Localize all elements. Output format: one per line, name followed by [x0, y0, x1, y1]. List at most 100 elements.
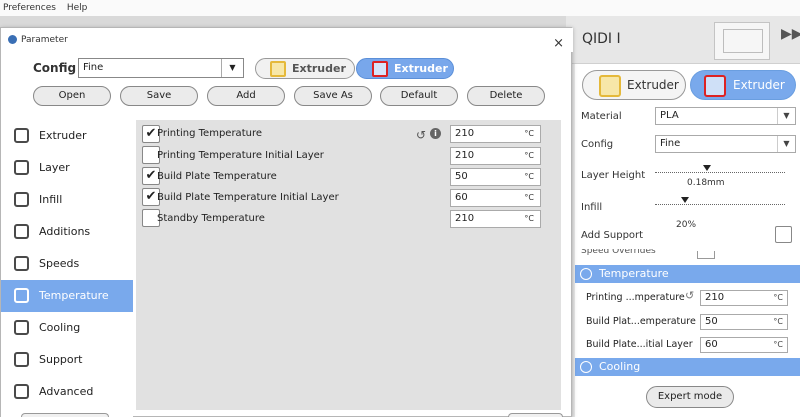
printing-temp-initial-label: Printing Temperature Initial Layer: [157, 150, 324, 161]
panel-extruder-1-label: Extruder: [627, 78, 679, 92]
dialog-extruder-1-label: Extruder: [292, 62, 346, 75]
layers-icon: [14, 160, 29, 175]
layer-height-slider[interactable]: [655, 172, 785, 173]
sidebar-item-temperature[interactable]: Temperature: [1, 280, 133, 312]
chevron-down-icon: ▼: [777, 108, 795, 124]
layer-height-slider-thumb[interactable]: [703, 165, 711, 171]
cooling-header-label: Cooling: [599, 360, 641, 373]
extruder-yellow-icon: [270, 61, 286, 77]
close-icon[interactable]: ×: [553, 32, 564, 56]
default-button[interactable]: Default: [380, 86, 458, 106]
bottom-left-button-edge[interactable]: [21, 413, 109, 417]
panel-build-plate-initial-label: Build Plate...itial Layer: [586, 339, 693, 350]
chevron-down-icon: ▼: [221, 59, 243, 77]
printing-temp-input[interactable]: 210 °C: [450, 125, 541, 143]
save-button[interactable]: Save: [120, 86, 198, 106]
panel-build-plate-initial-input[interactable]: 60 °C: [700, 337, 788, 353]
panel-extruder-1-button[interactable]: Extruder: [582, 70, 686, 100]
build-plate-temp-label: Build Plate Temperature: [157, 171, 277, 182]
build-plate-temp-initial-value: 60: [455, 192, 468, 203]
build-plate-temp-value: 50: [455, 171, 468, 182]
add-button[interactable]: Add: [207, 86, 285, 106]
config-select[interactable]: Fine ▼: [78, 58, 244, 78]
material-label: Material: [581, 111, 622, 122]
menu-help[interactable]: Help: [67, 3, 88, 13]
build-plate-temp-unit: °C: [524, 172, 534, 181]
info-icon[interactable]: i: [430, 128, 441, 139]
build-plate-temp-initial-unit: °C: [524, 193, 534, 202]
panel-build-plate-temp-input[interactable]: 50 °C: [700, 314, 788, 330]
build-plate-temp-input[interactable]: 50 °C: [450, 168, 541, 186]
dialog-title-bar: Parameter ×: [1, 28, 573, 52]
standby-temp-input[interactable]: 210 °C: [450, 210, 541, 228]
panel-body: Extruder Extruder Material PLA ▼ Config …: [575, 64, 800, 417]
right-panel: QIDI I ▶▶ Extruder Extruder Material PLA…: [566, 16, 800, 417]
dialog-extruder-1-button[interactable]: Extruder: [255, 58, 355, 79]
sidebar-item-support[interactable]: Support: [1, 344, 133, 376]
parameter-content: ✔ Printing Temperature ↺ i 210 °C Printi…: [136, 120, 561, 410]
panel-config-select[interactable]: Fine ▼: [655, 135, 796, 153]
standby-temp-label: Standby Temperature: [157, 213, 265, 224]
fast-forward-icon[interactable]: ▶▶: [781, 26, 800, 42]
speed-overrides-clipped: Speed Overrides: [581, 249, 656, 256]
build-plate-temp-initial-input[interactable]: 60 °C: [450, 189, 541, 207]
temperature-header-label: Temperature: [599, 267, 669, 280]
app-icon: [8, 35, 17, 44]
support-icon: [14, 352, 29, 367]
standby-temp-unit: °C: [524, 214, 534, 223]
menu-preferences[interactable]: Preferences: [3, 3, 56, 13]
chevron-down-icon: ▼: [777, 136, 795, 152]
panel-printing-temp-input[interactable]: 210 °C: [700, 290, 788, 306]
panel-extruder-2-button[interactable]: Extruder: [690, 70, 796, 100]
sidebar-item-advanced[interactable]: Advanced: [1, 376, 133, 408]
layer-height-value: 0.18mm: [687, 178, 725, 188]
panel-printing-temp-unit: °C: [773, 293, 783, 302]
save-as-button[interactable]: Save As: [294, 86, 372, 106]
sidebar-item-label: Support: [39, 353, 83, 366]
printer-name: QIDI I: [582, 31, 621, 47]
sidebar-item-additions[interactable]: Additions: [1, 216, 133, 248]
panel-extruder-2-label: Extruder: [733, 78, 785, 92]
reset-icon[interactable]: ↺: [416, 128, 426, 142]
config-value: Fine: [83, 62, 104, 73]
material-value: PLA: [660, 110, 679, 121]
infill-value: 20%: [676, 220, 697, 230]
infill-slider-thumb[interactable]: [681, 197, 689, 203]
toolbox-icon: [14, 224, 29, 239]
extruder-yellow-icon: [599, 75, 621, 97]
expert-mode-button[interactable]: Expert mode: [646, 386, 734, 408]
sidebar-item-layer[interactable]: Layer: [1, 152, 133, 184]
sidebar-item-speeds[interactable]: Speeds: [1, 248, 133, 280]
add-support-checkbox[interactable]: [775, 226, 792, 243]
reset-icon[interactable]: ↺: [685, 289, 694, 302]
printing-temp-label: Printing Temperature: [157, 128, 262, 139]
bottom-right-button-edge[interactable]: [508, 413, 563, 417]
menu-bar: Preferences Help: [0, 0, 800, 16]
open-button[interactable]: Open: [33, 86, 111, 106]
sidebar-item-label: Layer: [39, 161, 70, 174]
dialog-title: Parameter: [21, 35, 68, 45]
printing-temp-initial-unit: °C: [524, 151, 534, 160]
add-support-label: Add Support: [581, 230, 644, 241]
temperature-section-header[interactable]: Temperature: [575, 265, 800, 283]
material-select[interactable]: PLA ▼: [655, 107, 796, 125]
sidebar-item-infill[interactable]: Infill: [1, 184, 133, 216]
panel-build-plate-initial-value: 60: [705, 339, 718, 350]
printing-temp-initial-value: 210: [455, 150, 475, 161]
sidebar-item-extruder[interactable]: Extruder: [1, 120, 133, 152]
sidebar-item-label: Speeds: [39, 257, 80, 270]
build-plate-temp-initial-label: Build Plate Temperature Initial Layer: [157, 192, 339, 203]
panel-printing-temp-value: 210: [705, 292, 725, 303]
parameter-dialog: Parameter × Config Fine ▼ Extruder Extru…: [0, 27, 573, 417]
dialog-extruder-2-button[interactable]: Extruder: [356, 58, 454, 79]
infill-slider[interactable]: [655, 204, 785, 205]
delete-button[interactable]: Delete: [467, 86, 545, 106]
sidebar-item-cooling[interactable]: Cooling: [1, 312, 133, 344]
printing-temp-initial-input[interactable]: 210 °C: [450, 147, 541, 165]
panel-build-plate-initial-unit: °C: [773, 340, 783, 349]
panel-build-plate-temp-label: Build Plat...emperature: [586, 316, 696, 327]
layer-height-label: Layer Height: [581, 170, 646, 181]
cooling-section-header[interactable]: Cooling: [575, 358, 800, 376]
clipped-checkbox[interactable]: [697, 251, 715, 259]
sidebar-item-label: Additions: [39, 225, 91, 238]
